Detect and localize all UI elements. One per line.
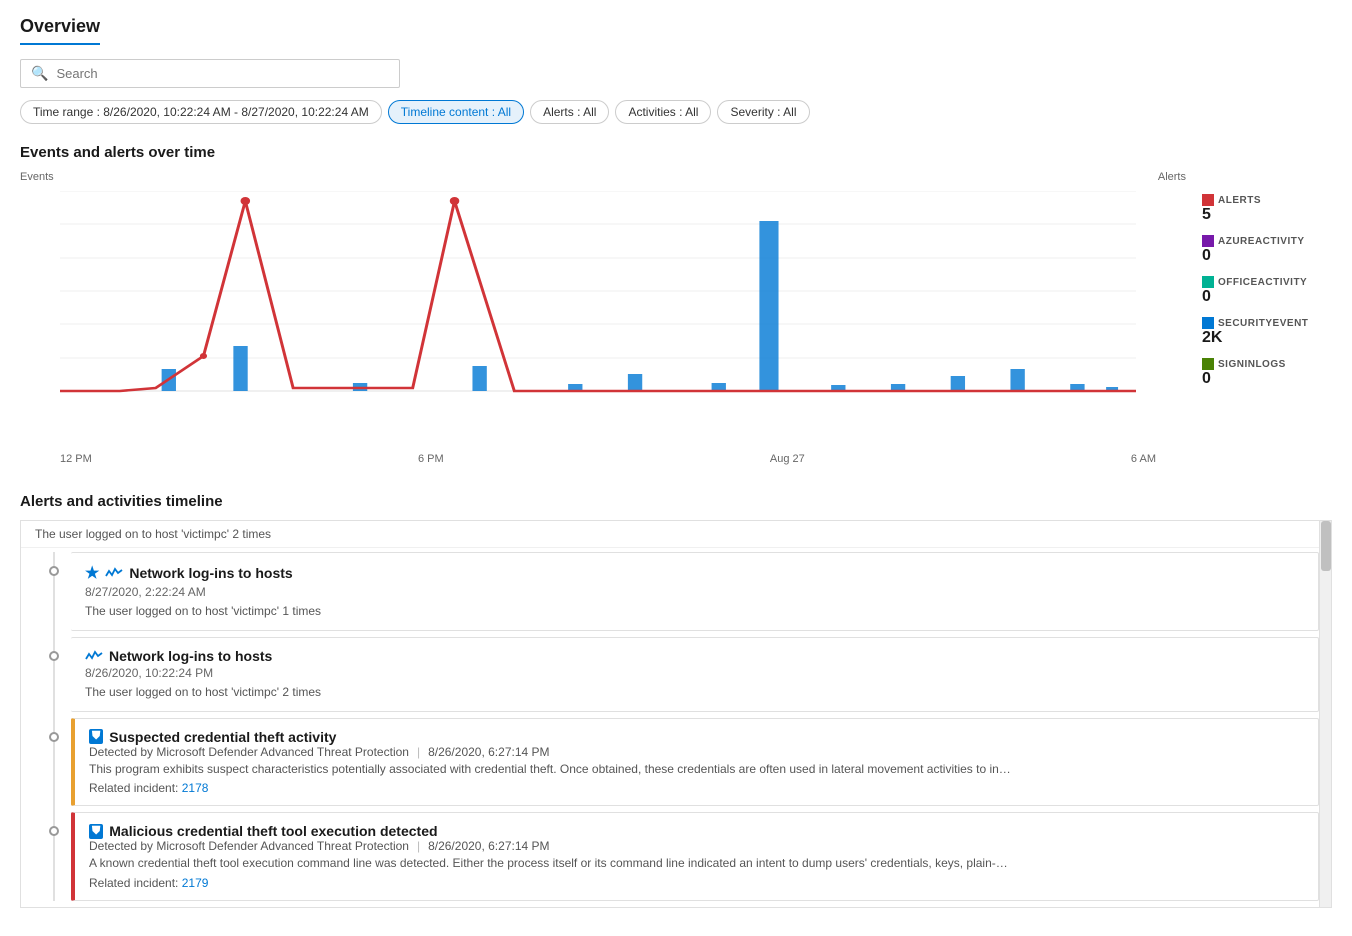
x-label-12pm: 12 PM bbox=[60, 453, 92, 465]
chart-legend: ALERTS 5 AZUREACTIVITY 0 OFFICEACTIVITY … bbox=[1202, 171, 1332, 465]
filter-severity[interactable]: Severity : All bbox=[717, 100, 809, 124]
list-item: ⛊ Malicious credential theft tool execut… bbox=[71, 812, 1319, 901]
card-title: Network log-ins to hosts bbox=[85, 648, 1304, 664]
alert-icon: ⛊ bbox=[89, 729, 103, 744]
timeline-card-alert-red[interactable]: ⛊ Malicious credential theft tool execut… bbox=[71, 812, 1319, 901]
filter-time-range[interactable]: Time range : 8/26/2020, 10:22:24 AM - 8/… bbox=[20, 100, 382, 124]
alert-icon-2: ⛊ bbox=[89, 824, 103, 839]
timeline-card-activity-2[interactable]: Network log-ins to hosts 8/26/2020, 10:2… bbox=[71, 637, 1319, 712]
scrollbar-thumb[interactable] bbox=[1321, 521, 1331, 571]
search-input[interactable] bbox=[56, 66, 389, 81]
filter-activities[interactable]: Activities : All bbox=[615, 100, 711, 124]
card-title: ⛊ Malicious credential theft tool execut… bbox=[89, 823, 1304, 839]
list-item: ⛊ Suspected credential theft activity De… bbox=[71, 718, 1319, 807]
timeline-container: The user logged on to host 'victimpc' 2 … bbox=[20, 520, 1320, 908]
card-title: ★︎ Network log-ins to hosts bbox=[85, 563, 1304, 583]
page-title: Overview bbox=[20, 16, 100, 45]
filter-alerts[interactable]: Alerts : All bbox=[530, 100, 609, 124]
card-title: ⛊ Suspected credential theft activity bbox=[89, 729, 1304, 745]
timeline-card-alert-orange[interactable]: ⛊ Suspected credential theft activity De… bbox=[71, 718, 1319, 807]
timeline-card-activity-1[interactable]: ★︎ Network log-ins to hosts 8/27/2020, 2… bbox=[71, 552, 1319, 631]
filter-timeline-content[interactable]: Timeline content : All bbox=[388, 100, 524, 124]
related-incident-label: Related incident: 2178 bbox=[89, 781, 1304, 795]
card-desc: This program exhibits suspect characteri… bbox=[89, 761, 1243, 778]
activity-icon: ★︎ bbox=[85, 563, 99, 583]
legend-officeactivity: OFFICEACTIVITY 0 bbox=[1202, 273, 1332, 306]
x-label-6am: 6 AM bbox=[1131, 453, 1156, 465]
timeline-track: ★︎ Network log-ins to hosts 8/27/2020, 2… bbox=[21, 552, 1319, 901]
related-incident-label-2: Related incident: 2179 bbox=[89, 876, 1304, 890]
card-desc: The user logged on to host 'victimpc' 2 … bbox=[85, 684, 1243, 701]
list-item: Network log-ins to hosts 8/26/2020, 10:2… bbox=[71, 637, 1319, 712]
card-meta: Detected by Microsoft Defender Advanced … bbox=[89, 839, 1304, 853]
x-label-6pm: 6 PM bbox=[418, 453, 444, 465]
search-bar: 🔍 bbox=[20, 59, 400, 88]
x-axis-labels: 12 PM 6 PM Aug 27 6 AM bbox=[20, 453, 1186, 465]
timeline-section-title: Alerts and activities timeline bbox=[20, 493, 1332, 510]
chart-main: Events Alerts 0 200 bbox=[20, 171, 1186, 465]
chart-section-title: Events and alerts over time bbox=[20, 144, 1332, 161]
list-item: ★︎ Network log-ins to hosts 8/27/2020, 2… bbox=[71, 552, 1319, 631]
card-date: 8/26/2020, 10:22:24 PM bbox=[85, 666, 1304, 680]
card-desc: The user logged on to host 'victimpc' 1 … bbox=[85, 603, 1243, 620]
timeline-dot bbox=[49, 566, 59, 576]
card-desc: A known credential theft tool execution … bbox=[89, 855, 1243, 872]
timeline-dot bbox=[49, 651, 59, 661]
timeline-dot bbox=[49, 732, 59, 742]
legend-signinlogs: SIGNINLOGS 0 bbox=[1202, 355, 1332, 388]
incident-link-2179[interactable]: 2179 bbox=[182, 876, 209, 890]
scrollbar-track[interactable] bbox=[1320, 520, 1332, 908]
legend-azureactivity: AZUREACTIVITY 0 bbox=[1202, 232, 1332, 265]
incident-link-2178[interactable]: 2178 bbox=[182, 781, 209, 795]
timeline-dot bbox=[49, 826, 59, 836]
search-icon: 🔍 bbox=[31, 65, 48, 82]
legend-alerts: ALERTS 5 bbox=[1202, 191, 1332, 224]
network-icon bbox=[105, 566, 123, 580]
filters-bar: Time range : 8/26/2020, 10:22:24 AM - 8/… bbox=[20, 100, 1332, 124]
x-label-aug27: Aug 27 bbox=[770, 453, 805, 465]
chart-svg: 0 200 400 600 800 1,000 1,200 0 0.2 0.4 … bbox=[60, 191, 1136, 411]
legend-securityevent: SECURITYEVENT 2K bbox=[1202, 314, 1332, 347]
network-icon-2 bbox=[85, 649, 103, 663]
chart-area: Events Alerts 0 200 bbox=[20, 171, 1332, 465]
timeline-top-cut: The user logged on to host 'victimpc' 2 … bbox=[21, 521, 1319, 548]
timeline-line bbox=[53, 552, 55, 901]
card-meta: Detected by Microsoft Defender Advanced … bbox=[89, 745, 1304, 759]
card-date: 8/27/2020, 2:22:24 AM bbox=[85, 585, 1304, 599]
